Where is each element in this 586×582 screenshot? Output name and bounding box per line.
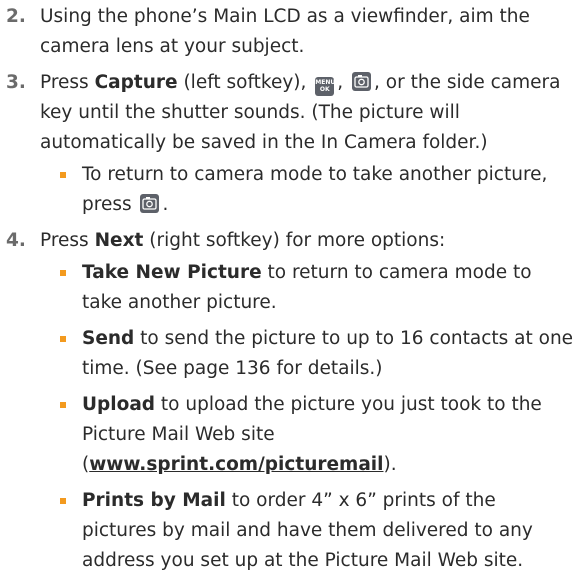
bullet-return-camera: To return to camera mode to take another…: [0, 160, 580, 220]
press-word: Press: [40, 72, 95, 93]
step-text: (right softkey) for more options:: [143, 230, 446, 251]
camera-key-icon: [140, 194, 160, 213]
step-number: 3.: [6, 72, 26, 93]
camera-key-icon: [352, 72, 372, 91]
bullet-upload: Upload to upload the picture you just to…: [0, 390, 580, 480]
step-2: 2. Using the phone’s Main LCD as a viewf…: [0, 2, 586, 62]
step-text: Using the phone’s Main LCD as a viewfind…: [40, 6, 530, 57]
bullet-take-new-picture: Take New Picture to return to camera mod…: [0, 258, 580, 318]
step-3: 3. Press Capture (left softkey), MENU OK,…: [0, 68, 586, 220]
step-number: 4.: [6, 230, 26, 251]
capture-label: Capture: [94, 72, 178, 93]
menu-ok-key-icon: MENU OK: [315, 77, 335, 96]
bullet-send: Send to send the picture to up to 16 con…: [0, 324, 580, 384]
bullet-prints-by-mail: Prints by Mail to order 4” x 6” prints o…: [0, 486, 580, 576]
next-label: Next: [94, 230, 144, 251]
step-text-a: (left softkey),: [177, 72, 313, 93]
picturemail-link[interactable]: www.sprint.com/picturemail: [89, 454, 383, 475]
step-number: 2.: [6, 6, 26, 27]
step-4: 4. Press Next (right softkey) for more o…: [0, 226, 586, 576]
separator: ,: [337, 72, 350, 93]
manual-page: 2. Using the phone’s Main LCD as a viewf…: [0, 2, 586, 582]
